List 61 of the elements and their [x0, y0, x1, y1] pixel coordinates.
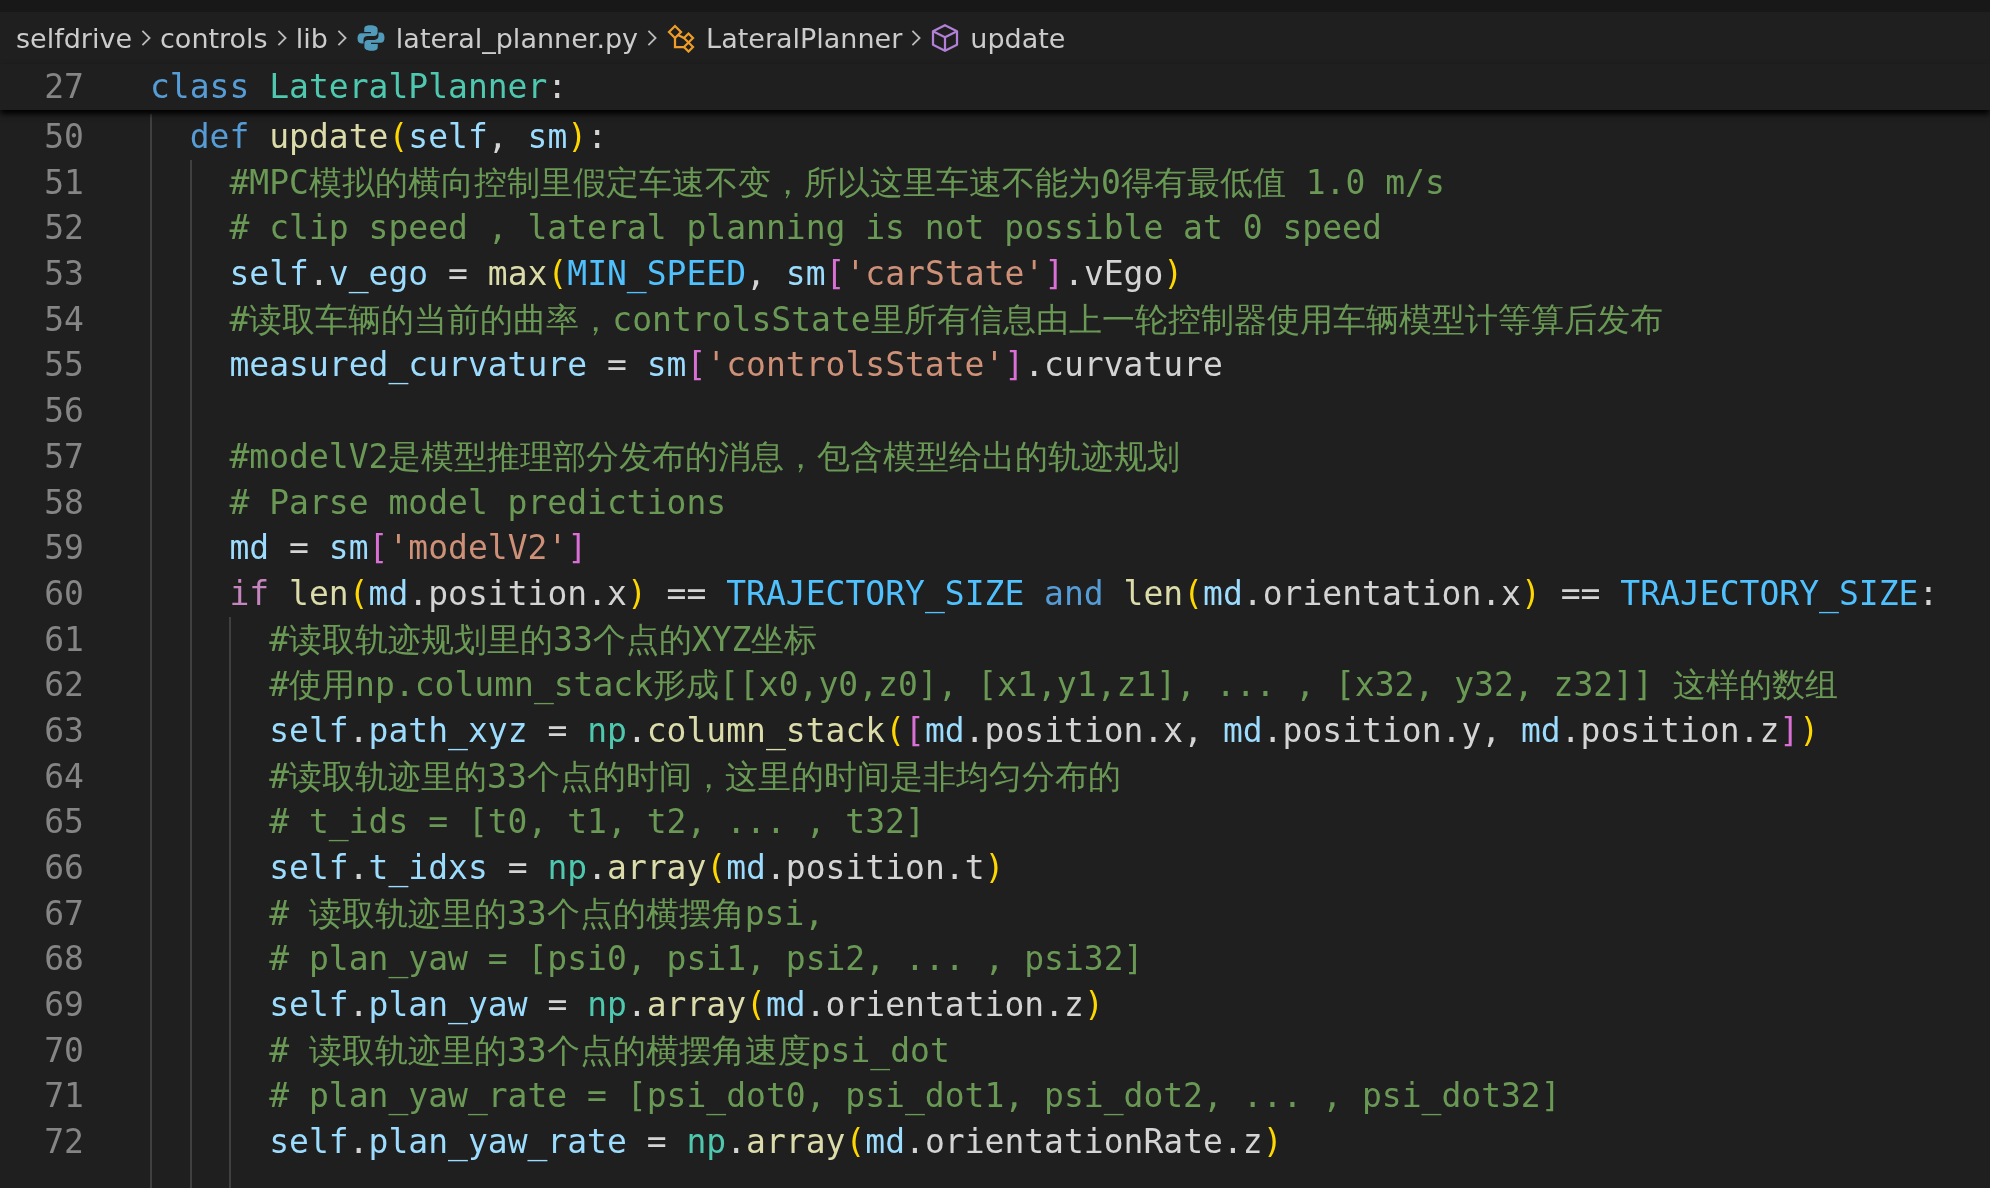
line-number: 68	[43, 939, 84, 979]
line-number: 27	[43, 67, 84, 107]
chevron-right-icon	[910, 28, 923, 48]
line-number: 70	[43, 1030, 84, 1071]
line-number: 69	[43, 985, 84, 1025]
line-number: 64	[43, 756, 84, 797]
code-line: # plan_yaw_rate = [psi_dot0, psi_dot1, psi_dot2, ... , psi_dot32]	[268, 1076, 1561, 1117]
code-line: self.plan_yaw = np.array(md.orientation.z)	[268, 985, 1104, 1025]
line-number: 59	[43, 528, 84, 568]
line-number: 72	[43, 1122, 84, 1162]
code-line: self.t_idxs = np.array(md.position.t)	[268, 848, 1005, 888]
line-number: 57	[43, 436, 84, 477]
code-line: # 读取轨迹里的33个点的横摆角psi,	[268, 893, 825, 934]
line-number: 50	[43, 117, 84, 157]
breadcrumb-item[interactable]: selfdrive	[16, 22, 132, 54]
code-line: # 读取轨迹里的33个点的横摆角速度psi_dot	[268, 1030, 950, 1071]
code-line: if len(md.position.x) == TRAJECTORY_SIZE and len(md.orientation.x) == TRAJECTORY_SIZE:	[228, 573, 1939, 614]
line-number: 60	[43, 573, 84, 614]
code-line: md = sm['modelV2']	[228, 528, 588, 568]
python-icon	[355, 23, 386, 53]
line-number: 58	[43, 482, 84, 523]
code-line: # Parse model predictions	[228, 482, 727, 523]
code-line: class LateralPlanner:	[150, 67, 568, 107]
chevron-right-icon	[646, 28, 659, 48]
code-line: #MPC模拟的横向控制里假定车速不变，所以这里车速不能为0得有最低值 1.0 m/s	[228, 162, 1445, 203]
code-line: self.path_xyz = np.column_stack([md.position.x, md.position.y, md.position.z])	[268, 711, 1820, 751]
line-number: 67	[43, 893, 84, 934]
breadcrumb-item[interactable]: lateral_planner.py	[355, 22, 639, 54]
code-line: #读取车辆的当前的曲率，controlsState里所有信息由上一轮控制器使用车辆模型计等算后发布	[228, 299, 1663, 340]
line-number: 62	[43, 665, 84, 705]
code-line: self.v_ego = max(MIN_SPEED, sm['carState'].vEgo)	[228, 254, 1184, 294]
breadcrumb-item[interactable]: LateralPlanner	[666, 22, 903, 54]
breadcrumb-item[interactable]: lib	[295, 22, 328, 54]
chevron-right-icon	[140, 28, 152, 48]
cube-icon	[930, 23, 961, 53]
code-line: #读取轨迹里的33个点的时间，这里的时间是非均匀分布的	[268, 756, 1121, 797]
code-line: #使用np.column_stack形成[[x0,y0,z0], [x1,y1,z1], ... , [x32, y32, z32]] 这样的数组	[268, 665, 1838, 705]
line-number: 54	[43, 299, 84, 340]
breadcrumb-item[interactable]: update	[930, 22, 1066, 54]
code-line: measured_curvature = sm['controlsState'].curvature	[228, 345, 1223, 386]
class-icon	[666, 23, 697, 53]
code-line: #modelV2是模型推理部分发布的消息，包含模型给出的轨迹规划	[228, 436, 1181, 477]
code-line: def update(self, sm):	[188, 117, 608, 157]
code-line: #读取轨迹规划里的33个点的XYZ坐标	[268, 619, 818, 660]
line-number: 66	[43, 848, 84, 888]
line-number: 63	[43, 711, 84, 751]
line-number: 52	[43, 208, 84, 248]
code-line: # clip speed , lateral planning is not possible at 0 speed	[228, 208, 1382, 248]
line-number: 51	[43, 162, 84, 203]
breadcrumb-item[interactable]: controls	[160, 22, 268, 54]
line-number: 53	[43, 254, 84, 294]
chevron-right-icon	[275, 28, 288, 48]
line-number: 65	[43, 802, 84, 842]
line-number: 56	[43, 391, 84, 431]
line-number: 55	[43, 345, 84, 386]
line-number: 71	[43, 1076, 84, 1117]
code-line: self.plan_yaw_rate = np.array(md.orientationRate.z)	[268, 1122, 1283, 1162]
chevron-right-icon	[335, 28, 348, 48]
line-number: 61	[43, 619, 84, 660]
code-line: # plan_yaw = [psi0, psi1, psi2, ... , psi32]	[268, 939, 1144, 979]
code-line: # t_ids = [t0, t1, t2, ... , t32]	[268, 802, 925, 842]
